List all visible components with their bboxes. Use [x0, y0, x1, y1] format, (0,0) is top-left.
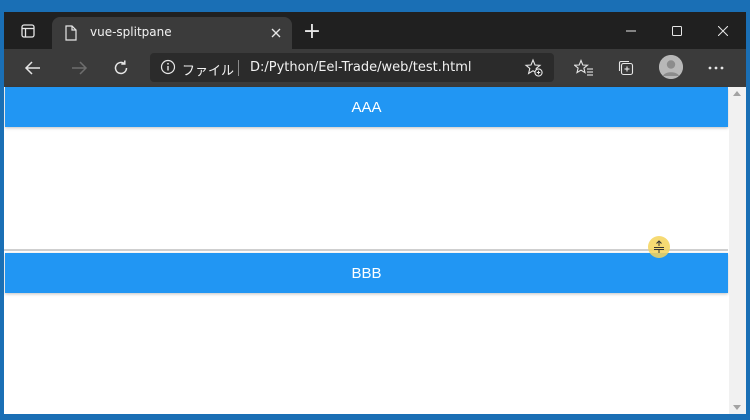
document-icon: [64, 25, 78, 45]
collections-icon[interactable]: [612, 56, 640, 80]
tab-actions-icon[interactable]: [12, 20, 44, 42]
bottom-pane-header: BBB: [5, 253, 728, 293]
tab-title: vue-splitpane: [90, 25, 172, 39]
add-favorite-icon[interactable]: [524, 58, 544, 82]
row-resize-cursor-icon: [648, 236, 670, 258]
more-icon[interactable]: [702, 56, 730, 80]
forward-arrow-icon: [66, 56, 92, 80]
browser-toolbar: ファイル D:/Python/Eel-Trade/web/test.html: [4, 49, 746, 87]
favorites-icon[interactable]: [570, 56, 598, 80]
profile-icon[interactable]: [659, 55, 683, 79]
back-arrow-icon[interactable]: [20, 56, 46, 80]
address-divider: [238, 60, 239, 76]
top-pane-header: AAA: [5, 87, 728, 127]
site-info-label: ファイル: [182, 63, 235, 79]
scroll-up-icon[interactable]: [733, 91, 741, 96]
url-text[interactable]: D:/Python/Eel-Trade/web/test.html: [250, 60, 471, 75]
page-content: AAA BBB: [4, 87, 746, 414]
window-controls: [608, 12, 746, 49]
close-icon[interactable]: [266, 23, 286, 43]
minimize-icon[interactable]: [608, 12, 654, 49]
close-icon[interactable]: [700, 12, 746, 49]
address-bar[interactable]: ファイル D:/Python/Eel-Trade/web/test.html: [150, 53, 554, 82]
refresh-icon[interactable]: [108, 56, 134, 80]
maximize-icon[interactable]: [654, 12, 700, 49]
title-bar: vue-splitpane +: [4, 12, 746, 49]
browser-window: vue-splitpane + ファイル D:/Python/Eel-Trade…: [4, 12, 746, 414]
info-icon: [160, 59, 176, 79]
new-tab-button[interactable]: +: [300, 20, 324, 44]
split-pane-resizer[interactable]: [4, 249, 728, 251]
scroll-down-icon[interactable]: [733, 405, 741, 410]
site-info-button[interactable]: ファイル: [160, 59, 234, 79]
vertical-scrollbar[interactable]: [729, 87, 746, 414]
browser-tab[interactable]: vue-splitpane: [52, 17, 292, 49]
